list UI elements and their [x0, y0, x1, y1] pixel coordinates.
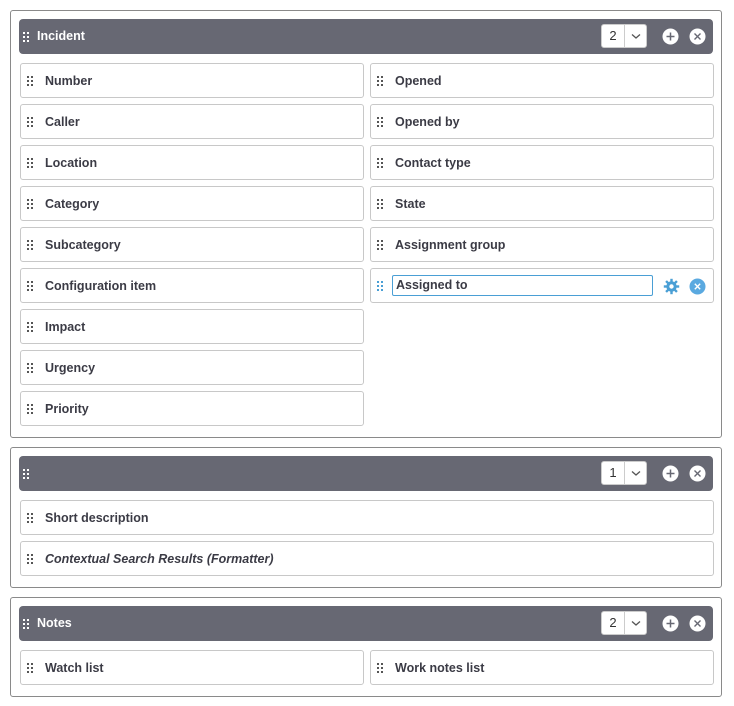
field-label: State [395, 197, 426, 211]
drag-handle-icon[interactable] [23, 32, 29, 42]
form-field[interactable]: Impact [20, 309, 364, 344]
form-field[interactable]: Category [20, 186, 364, 221]
chevron-down-icon[interactable] [625, 25, 647, 47]
section-title: Incident [37, 29, 85, 43]
drag-handle-icon[interactable] [27, 513, 33, 523]
drag-handle-icon[interactable] [27, 663, 33, 673]
drag-handle-icon[interactable] [27, 363, 33, 373]
close-circle-icon[interactable] [689, 28, 706, 45]
form-field[interactable]: State [370, 186, 714, 221]
add-circle-icon[interactable] [662, 615, 679, 632]
drag-handle-icon[interactable] [377, 158, 383, 168]
field-label: Impact [45, 320, 86, 334]
section-header[interactable]: Incident 2 [19, 19, 713, 54]
column-count-select[interactable]: 1 [601, 461, 647, 485]
form-field[interactable]: Watch list [20, 650, 364, 685]
drag-handle-icon[interactable] [377, 281, 383, 291]
chevron-down-icon[interactable] [625, 462, 647, 484]
field-label: Opened by [395, 115, 460, 129]
form-field[interactable]: Opened [370, 63, 714, 98]
form-field[interactable]: Short description [20, 500, 714, 535]
add-circle-icon[interactable] [662, 465, 679, 482]
form-field[interactable]: Location [20, 145, 364, 180]
drag-handle-icon[interactable] [27, 322, 33, 332]
chevron-down-icon[interactable] [625, 612, 647, 634]
field-label: Configuration item [45, 279, 157, 293]
field-label: Subcategory [45, 238, 121, 252]
column-count-select[interactable]: 2 [601, 611, 647, 635]
close-circle-icon[interactable] [689, 278, 706, 295]
section-header[interactable]: 1 [19, 456, 713, 491]
column-count-value: 2 [609, 28, 617, 43]
drag-handle-icon[interactable] [27, 404, 33, 414]
form-field[interactable]: Assignment group [370, 227, 714, 262]
add-circle-icon[interactable] [662, 28, 679, 45]
form-field-editing[interactable]: Assigned to [370, 268, 714, 303]
drag-handle-icon[interactable] [23, 469, 29, 479]
form-field[interactable]: Contextual Search Results (Formatter) [20, 541, 714, 576]
drag-handle-icon[interactable] [377, 117, 383, 127]
drag-handle-icon[interactable] [23, 619, 29, 629]
drag-handle-icon[interactable] [27, 158, 33, 168]
gear-icon[interactable] [663, 278, 680, 295]
column-count-select[interactable]: 2 [601, 24, 647, 48]
form-section-incident: Incident 2 Number Caller Location Category S… [10, 10, 722, 438]
drag-handle-icon[interactable] [377, 76, 383, 86]
field-label: Short description [45, 511, 149, 525]
form-field[interactable]: Opened by [370, 104, 714, 139]
form-section-notes: Notes 2 Watch list Work notes list [10, 597, 722, 697]
field-label: Assignment group [395, 238, 506, 252]
drag-handle-icon[interactable] [377, 240, 383, 250]
field-label: Category [45, 197, 100, 211]
field-label: Watch list [45, 661, 104, 675]
field-label-input[interactable]: Assigned to [392, 275, 653, 296]
drag-handle-icon[interactable] [27, 199, 33, 209]
section-title: Notes [37, 616, 72, 630]
form-field[interactable]: Configuration item [20, 268, 364, 303]
field-label: Location [45, 156, 98, 170]
drag-handle-icon[interactable] [377, 199, 383, 209]
field-label: Contact type [395, 156, 471, 170]
field-label: Number [45, 74, 93, 88]
drag-handle-icon[interactable] [27, 281, 33, 291]
drag-handle-icon[interactable] [27, 554, 33, 564]
field-label: Work notes list [395, 661, 485, 675]
drag-handle-icon[interactable] [27, 240, 33, 250]
form-field[interactable]: Contact type [370, 145, 714, 180]
form-field[interactable]: Number [20, 63, 364, 98]
field-label: Opened [395, 74, 442, 88]
form-field[interactable]: Subcategory [20, 227, 364, 262]
column-count-value: 2 [609, 615, 617, 630]
drag-handle-icon[interactable] [27, 76, 33, 86]
form-section-untitled: 1 Short description Contextual Search Res… [10, 447, 722, 588]
form-field[interactable]: Caller [20, 104, 364, 139]
section-header[interactable]: Notes 2 [19, 606, 713, 641]
form-field[interactable]: Priority [20, 391, 364, 426]
field-label: Urgency [45, 361, 96, 375]
field-label: Contextual Search Results (Formatter) [45, 552, 274, 566]
form-field[interactable]: Work notes list [370, 650, 714, 685]
field-label: Caller [45, 115, 80, 129]
column-count-value: 1 [609, 465, 617, 480]
drag-handle-icon[interactable] [27, 117, 33, 127]
field-label: Priority [45, 402, 89, 416]
close-circle-icon[interactable] [689, 465, 706, 482]
form-field[interactable]: Urgency [20, 350, 364, 385]
close-circle-icon[interactable] [689, 615, 706, 632]
drag-handle-icon[interactable] [377, 663, 383, 673]
